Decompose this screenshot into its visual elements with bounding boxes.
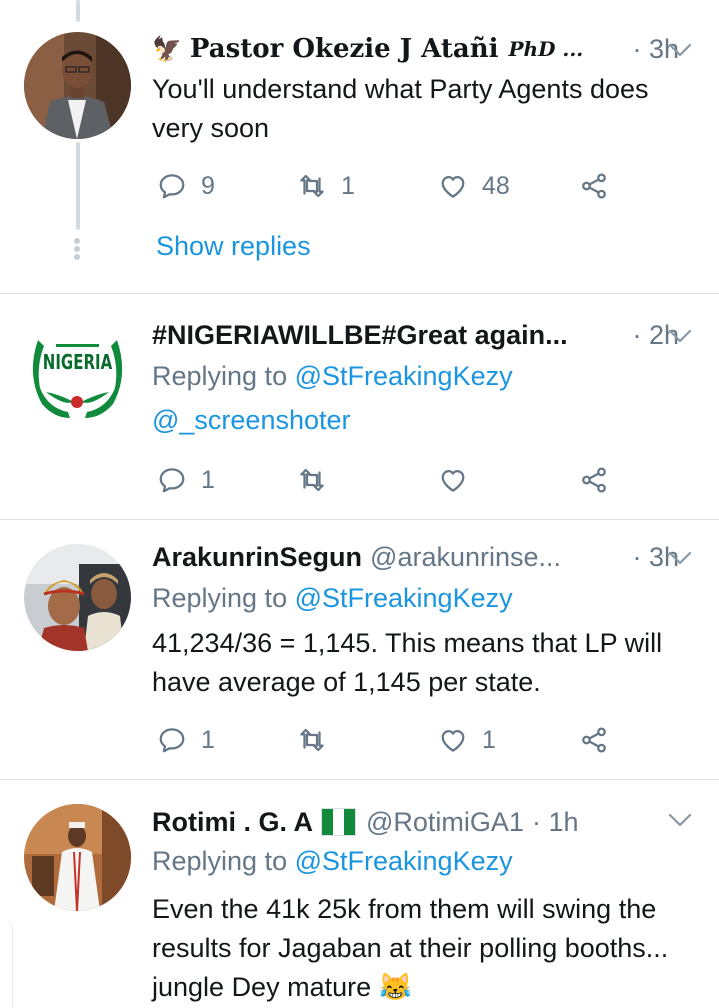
replying-to-label: Replying to bbox=[152, 846, 288, 876]
like-icon bbox=[438, 171, 468, 201]
mention-link[interactable]: @StFreakingKezy bbox=[295, 361, 513, 391]
tweet-text: You'll understand what Party Agents does… bbox=[152, 74, 649, 143]
share-icon bbox=[579, 171, 609, 201]
tweet-header: 🦅 Pastor Okezie J Atañi PhD ... · 3h bbox=[152, 29, 679, 69]
like-icon bbox=[438, 725, 468, 755]
scroll-indicator bbox=[0, 918, 13, 1008]
retweet-button[interactable] bbox=[297, 720, 341, 760]
avatar[interactable] bbox=[24, 804, 131, 911]
replying-to-label: Replying to bbox=[152, 361, 288, 391]
author-suffix: PhD ... bbox=[508, 37, 584, 61]
eagle-emoji-icon: 🦅 bbox=[152, 35, 182, 63]
replying-to: Replying to @StFreakingKezy bbox=[152, 846, 513, 877]
nigeria-flag-icon bbox=[321, 808, 356, 836]
tweet-header: Rotimi . G. A @RotimiGA1 · 1h bbox=[152, 802, 679, 842]
tweet-header: ArakunrinSegun @arakunrinse... · 3h bbox=[152, 537, 679, 577]
timestamp[interactable]: · 1h bbox=[532, 807, 579, 838]
reply-button[interactable]: 1 bbox=[157, 720, 215, 760]
replying-to-label: Replying to bbox=[152, 583, 288, 613]
reply-button[interactable]: 1 bbox=[157, 460, 215, 500]
avatar[interactable]: NIGERIA bbox=[24, 320, 131, 427]
replying-to: Replying to @StFreakingKezy bbox=[152, 361, 513, 392]
reply-count: 1 bbox=[201, 465, 215, 494]
like-icon bbox=[438, 465, 468, 495]
avatar-label: NIGERIA bbox=[42, 349, 113, 375]
show-replies-link[interactable]: Show replies bbox=[156, 231, 311, 262]
retweet-icon bbox=[297, 725, 327, 755]
share-button[interactable] bbox=[579, 720, 609, 760]
tweet-actions: 1 1 bbox=[152, 720, 622, 760]
share-icon bbox=[579, 725, 609, 755]
author-handle[interactable]: @arakunrinse... bbox=[370, 542, 561, 573]
replying-to: Replying to @StFreakingKezy bbox=[152, 583, 513, 614]
author-name[interactable]: ArakunrinSegun bbox=[152, 542, 362, 573]
tweet-text: Even the 41k 25k from them will swing th… bbox=[152, 894, 669, 1002]
tweet-4[interactable]: Rotimi . G. A @RotimiGA1 · 1h Replying t… bbox=[0, 780, 719, 1008]
tweet-actions: 1 bbox=[152, 460, 622, 500]
reply-icon bbox=[157, 171, 187, 201]
tweet-actions: 9 1 48 bbox=[152, 166, 622, 206]
chevron-down-icon[interactable] bbox=[667, 548, 693, 568]
share-icon bbox=[579, 465, 609, 495]
reply-icon bbox=[157, 725, 187, 755]
reply-icon bbox=[157, 465, 187, 495]
chevron-down-icon[interactable] bbox=[667, 810, 693, 830]
author-handle[interactable]: @RotimiGA1 bbox=[366, 807, 524, 838]
like-button[interactable] bbox=[438, 460, 482, 500]
like-count: 1 bbox=[482, 725, 496, 754]
avatar[interactable] bbox=[24, 544, 131, 651]
share-button[interactable] bbox=[579, 166, 609, 206]
retweet-icon bbox=[297, 465, 327, 495]
tweet-text: 41,234/36 = 1,145. This means that LP wi… bbox=[152, 628, 663, 697]
author-name[interactable]: #NIGERIAWILLBE#Great again... bbox=[152, 320, 568, 351]
author-name[interactable]: Pastor Okezie J Atañi bbox=[190, 34, 499, 64]
mention-link[interactable]: @StFreakingKezy bbox=[295, 583, 513, 613]
mention-link[interactable]: @StFreakingKezy bbox=[295, 846, 513, 876]
retweet-button[interactable] bbox=[297, 460, 341, 500]
author-name[interactable]: Rotimi . G. A bbox=[152, 807, 313, 838]
retweet-button[interactable]: 1 bbox=[297, 166, 355, 206]
share-button[interactable] bbox=[579, 460, 609, 500]
reply-button[interactable]: 9 bbox=[157, 166, 215, 206]
tweet-1[interactable]: 🦅 Pastor Okezie J Atañi PhD ... · 3h You… bbox=[0, 0, 719, 294]
reply-count: 9 bbox=[201, 171, 215, 200]
avatar[interactable] bbox=[24, 32, 131, 139]
tweet-3[interactable]: ArakunrinSegun @arakunrinse... · 3h Repl… bbox=[0, 520, 719, 780]
chevron-down-icon[interactable] bbox=[667, 326, 693, 346]
like-button[interactable]: 48 bbox=[438, 166, 510, 206]
retweet-count: 1 bbox=[341, 171, 355, 200]
like-count: 48 bbox=[482, 171, 510, 200]
like-button[interactable]: 1 bbox=[438, 720, 496, 760]
reply-count: 1 bbox=[201, 725, 215, 754]
tweet-2[interactable]: NIGERIA #NIGERIAWILLBE#Great again... · … bbox=[0, 294, 719, 520]
chevron-down-icon[interactable] bbox=[667, 40, 693, 60]
replying-to-second: @_screenshoter bbox=[152, 405, 351, 436]
retweet-icon bbox=[297, 171, 327, 201]
mention-link[interactable]: @_screenshoter bbox=[152, 405, 351, 435]
tweet-header: #NIGERIAWILLBE#Great again... · 2h bbox=[152, 315, 679, 355]
